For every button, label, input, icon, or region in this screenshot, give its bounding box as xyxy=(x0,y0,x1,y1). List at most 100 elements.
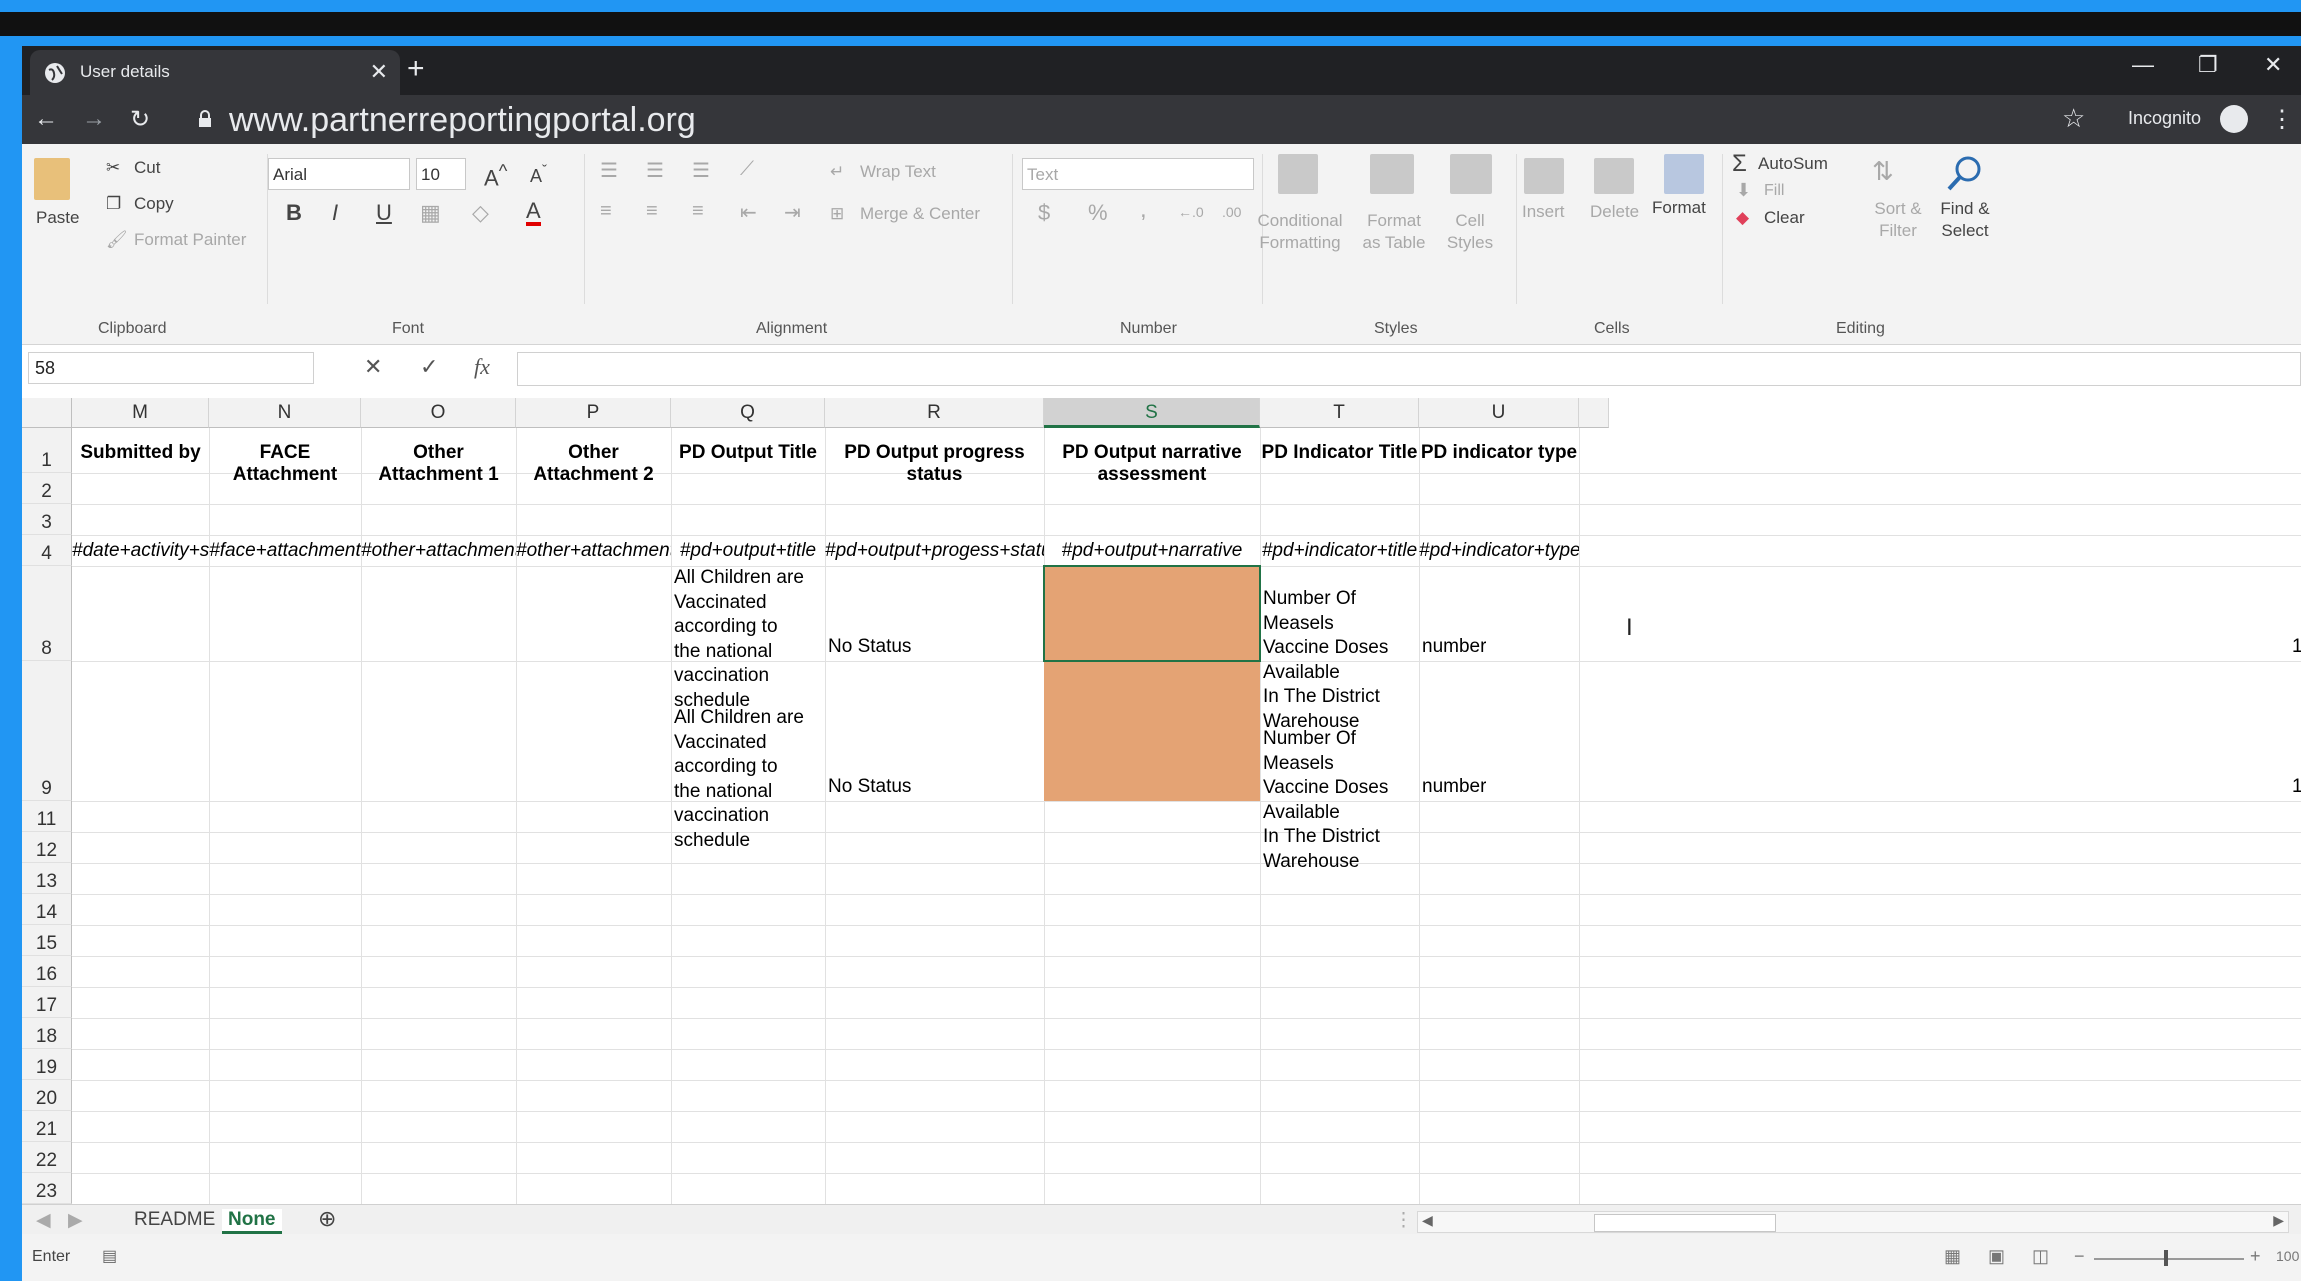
indicator-title-cell[interactable]: Number Of Measels Vaccine Doses Available… xyxy=(1260,587,1430,734)
decrease-decimal-icon[interactable]: .00 xyxy=(1222,204,1241,220)
overflow-cell[interactable]: 1 xyxy=(2292,776,2301,798)
zoom-slider-thumb[interactable] xyxy=(2164,1250,2168,1266)
column-header-V[interactable] xyxy=(1579,398,1609,428)
reload-button[interactable]: ↻ xyxy=(130,105,150,134)
incognito-icon[interactable] xyxy=(2220,105,2248,133)
row-header[interactable]: 22 xyxy=(22,1142,72,1173)
comma-button[interactable]: , xyxy=(1140,196,1147,224)
header-cell[interactable]: PD Indicator Title xyxy=(1260,442,1419,464)
hxl-tag-cell[interactable]: #pd+output+title xyxy=(671,540,825,562)
scroll-sheets-left-icon[interactable]: ◀ xyxy=(36,1209,51,1232)
align-middle-icon[interactable]: ☰ xyxy=(646,158,664,183)
menu-icon[interactable]: ⋮ xyxy=(2270,105,2294,134)
header-cell[interactable]: PD Output narrative assessment xyxy=(1044,442,1260,486)
header-cell[interactable]: FACE Attachment xyxy=(209,442,361,486)
hxl-tag-cell[interactable]: #pd+output+progess+status xyxy=(825,540,1044,562)
column-header-M[interactable]: M xyxy=(72,398,209,428)
hxl-tag-cell[interactable]: #face+attachment xyxy=(209,540,361,562)
row-header[interactable]: 17 xyxy=(22,987,72,1018)
sheet-tab-readme[interactable]: README xyxy=(134,1209,215,1231)
autosum-button[interactable]: AutoSum xyxy=(1758,154,1828,174)
indicator-title-cell[interactable]: Number Of Measels Vaccine Doses Available… xyxy=(1260,727,1430,874)
column-header-P[interactable]: P xyxy=(516,398,671,428)
sheet-tab-none[interactable]: None xyxy=(222,1209,282,1234)
number-format-select[interactable]: Text xyxy=(1022,158,1254,190)
confirm-entry-button[interactable]: ✓ xyxy=(420,354,438,380)
cut-button[interactable]: Cut xyxy=(134,158,160,178)
hxl-tag-cell[interactable]: #other+attachment+2 xyxy=(516,540,671,562)
row-header[interactable]: 1 xyxy=(22,428,72,473)
align-right-icon[interactable]: ≡ xyxy=(692,200,704,223)
overflow-cell[interactable]: 1 xyxy=(2292,636,2301,658)
hxl-tag-cell[interactable]: #other+attachment+1 xyxy=(361,540,516,562)
align-bottom-icon[interactable]: ☰ xyxy=(692,158,710,183)
shrink-font-button[interactable]: Aˇ xyxy=(530,162,547,187)
font-size-select[interactable]: 10 xyxy=(416,158,466,190)
format-as-table-button[interactable]: Format as Table xyxy=(1362,210,1426,254)
sort-filter-button[interactable]: Sort & Filter xyxy=(1870,198,1926,242)
borders-icon[interactable]: ▦ xyxy=(420,200,441,226)
horizontal-scrollbar[interactable]: ◀ ▶ xyxy=(1417,1211,2289,1233)
indicator-type-cell[interactable]: number xyxy=(1422,636,1486,658)
hxl-tag-cell[interactable]: #date+activity+start xyxy=(72,540,209,562)
font-color-button[interactable]: A xyxy=(526,200,541,226)
macro-record-icon[interactable]: ▤ xyxy=(102,1246,117,1266)
paste-button[interactable]: Paste xyxy=(36,208,79,228)
select-all-corner[interactable] xyxy=(22,398,72,428)
percent-button[interactable]: % xyxy=(1088,200,1108,226)
row-header[interactable]: 3 xyxy=(22,504,72,535)
close-tab-icon[interactable]: ✕ xyxy=(370,59,388,85)
new-tab-button[interactable]: + xyxy=(407,52,425,86)
indicator-type-cell[interactable]: number xyxy=(1422,776,1486,798)
format-painter-button[interactable]: Format Painter xyxy=(134,230,246,250)
row-header[interactable]: 15 xyxy=(22,925,72,956)
row-header[interactable]: 4 xyxy=(22,535,72,566)
conditional-formatting-button[interactable]: Conditional Formatting xyxy=(1252,210,1348,254)
format-button[interactable]: Format xyxy=(1652,198,1706,218)
active-cell[interactable] xyxy=(1043,565,1261,662)
url-field[interactable]: www.partnerreportingportal.org xyxy=(229,101,696,140)
header-cell[interactable]: Submitted by xyxy=(72,442,209,464)
name-box[interactable]: 58 xyxy=(28,352,314,384)
zoom-level[interactable]: 100 xyxy=(2276,1248,2299,1264)
orientation-icon[interactable]: ⟋ xyxy=(740,158,754,181)
zoom-in-icon[interactable]: + xyxy=(2250,1246,2261,1267)
zoom-out-icon[interactable]: − xyxy=(2074,1246,2085,1267)
column-header-U[interactable]: U xyxy=(1419,398,1579,428)
header-cell[interactable]: PD Output Title xyxy=(671,442,825,464)
header-cell[interactable]: PD Output progress status xyxy=(825,442,1044,486)
scroll-sheets-right-icon[interactable]: ▶ xyxy=(68,1209,83,1232)
currency-button[interactable]: $ xyxy=(1038,200,1050,226)
restore-button[interactable]: ❐ xyxy=(2198,52,2218,78)
zoom-slider[interactable] xyxy=(2094,1258,2244,1260)
bookmark-star-icon[interactable]: ☆ xyxy=(2062,103,2085,134)
forward-button[interactable]: → xyxy=(82,105,106,133)
column-header-N[interactable]: N xyxy=(209,398,361,428)
hxl-tag-cell[interactable]: #pd+indicator+title xyxy=(1260,540,1419,562)
font-name-select[interactable]: Arial xyxy=(268,158,410,190)
header-cell[interactable]: PD indicator type xyxy=(1419,442,1579,464)
copy-button[interactable]: Copy xyxy=(134,194,174,214)
row-header[interactable]: 19 xyxy=(22,1049,72,1080)
decrease-indent-icon[interactable]: ⇤ xyxy=(740,200,757,225)
grow-font-button[interactable]: A^ xyxy=(484,160,507,191)
italic-button[interactable]: I xyxy=(332,200,338,226)
align-center-icon[interactable]: ≡ xyxy=(646,200,658,223)
scrollbar-thumb[interactable] xyxy=(1594,1214,1776,1232)
close-window-button[interactable]: ✕ xyxy=(2264,52,2282,78)
align-left-icon[interactable]: ≡ xyxy=(600,200,612,223)
normal-view-icon[interactable]: ▦ xyxy=(1944,1246,1961,1267)
browser-tab[interactable]: User details ✕ xyxy=(30,50,400,95)
page-break-icon[interactable]: ◫ xyxy=(2032,1246,2049,1267)
insert-button[interactable]: Insert xyxy=(1522,202,1565,222)
wrap-text-button[interactable]: Wrap Text xyxy=(860,162,936,182)
progress-status-cell[interactable]: No Status xyxy=(828,636,911,658)
back-button[interactable]: ← xyxy=(34,105,58,133)
row-header[interactable]: 13 xyxy=(22,863,72,894)
merge-center-button[interactable]: Merge & Center xyxy=(860,204,980,224)
row-header[interactable]: 20 xyxy=(22,1080,72,1111)
column-header-O[interactable]: O xyxy=(361,398,516,428)
row-header[interactable]: 2 xyxy=(22,473,72,504)
column-header-S[interactable]: S xyxy=(1044,398,1260,428)
hxl-tag-cell[interactable]: #pd+output+narrative xyxy=(1044,540,1260,562)
